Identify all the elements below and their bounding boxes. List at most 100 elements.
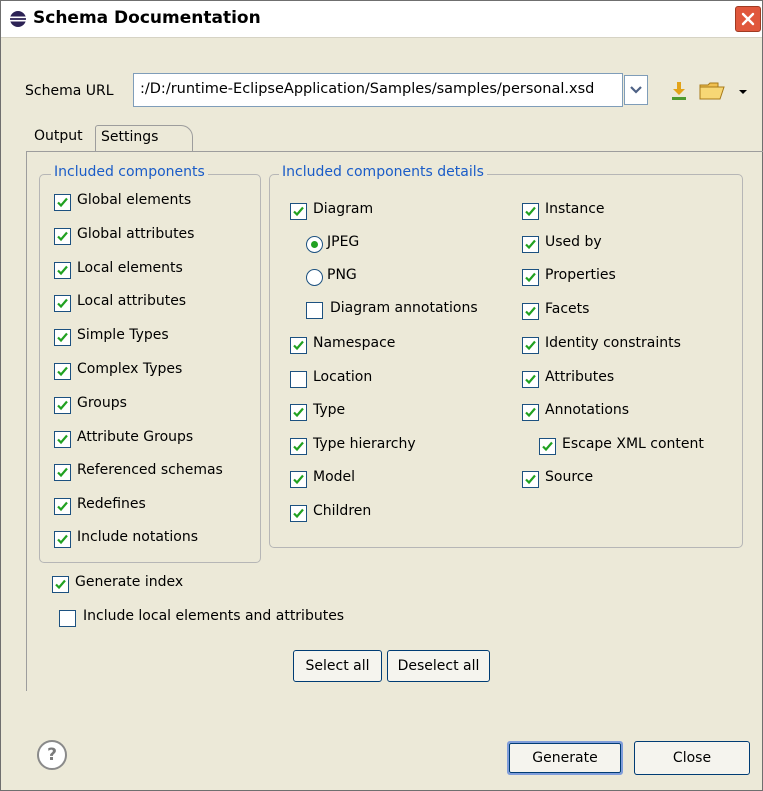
complex-types-checkbox[interactable] — [54, 363, 71, 380]
deselect-all-label: Deselect all — [397, 658, 480, 674]
check-icon — [57, 434, 68, 445]
groups-checkbox[interactable] — [54, 397, 71, 414]
close-window-button[interactable] — [735, 6, 761, 32]
check-icon — [57, 366, 68, 377]
referenced-schemas-checkbox[interactable] — [54, 464, 71, 481]
location-label: Location — [313, 369, 373, 385]
close-icon — [741, 12, 755, 26]
attributes-checkbox[interactable] — [522, 371, 539, 388]
png-label: PNG — [327, 267, 357, 283]
global-attributes-label: Global attributes — [77, 226, 195, 242]
attributes-label: Attributes — [545, 369, 615, 385]
local-attributes-label: Local attributes — [77, 293, 187, 309]
namespace-checkbox[interactable] — [290, 337, 307, 354]
used-by-label: Used by — [545, 234, 602, 250]
check-icon — [293, 407, 304, 418]
children-checkbox[interactable] — [290, 505, 307, 522]
simple-types-checkbox[interactable] — [54, 329, 71, 346]
include-notations-checkbox[interactable] — [54, 531, 71, 548]
title-bar: Schema Documentation — [1, 1, 762, 38]
global-elements-checkbox[interactable] — [54, 194, 71, 211]
properties-checkbox[interactable] — [522, 269, 539, 286]
radio-dot — [311, 241, 318, 248]
help-icon: ? — [47, 745, 57, 765]
check-icon — [293, 508, 304, 519]
close-button[interactable]: Close — [634, 741, 750, 775]
check-icon — [525, 306, 536, 317]
check-icon — [525, 272, 536, 283]
included-components-details-group — [269, 174, 743, 548]
annotations-label: Annotations — [545, 402, 630, 418]
generate-button[interactable]: Generate — [507, 741, 623, 775]
download-icon[interactable] — [669, 81, 689, 101]
type-label: Type — [313, 402, 346, 418]
instance-checkbox[interactable] — [522, 203, 539, 220]
model-checkbox[interactable] — [290, 471, 307, 488]
check-icon — [293, 441, 304, 452]
help-button[interactable]: ? — [37, 740, 67, 770]
source-checkbox[interactable] — [522, 471, 539, 488]
generate-index-label: Generate index — [75, 574, 184, 590]
generate-index-checkbox[interactable] — [52, 576, 69, 593]
deselect-all-button[interactable]: Deselect all — [387, 650, 490, 682]
included-components-title: Included components — [51, 164, 208, 180]
annotations-checkbox[interactable] — [522, 404, 539, 421]
facets-checkbox[interactable] — [522, 303, 539, 320]
source-label: Source — [545, 469, 594, 485]
check-icon — [525, 374, 536, 385]
diagram-annotations-checkbox[interactable] — [306, 302, 323, 319]
check-icon — [293, 474, 304, 485]
local-attributes-checkbox[interactable] — [54, 295, 71, 312]
check-icon — [57, 231, 68, 242]
diagram-checkbox[interactable] — [290, 203, 307, 220]
details-title: Included components details — [279, 164, 487, 180]
check-icon — [57, 534, 68, 545]
png-radio[interactable] — [306, 269, 323, 286]
jpeg-radio[interactable] — [306, 236, 323, 253]
tab-settings-label: Settings — [101, 129, 159, 145]
referenced-schemas-label: Referenced schemas — [77, 462, 223, 478]
diagram-annotations-label: Diagram annotations — [330, 300, 478, 316]
used-by-checkbox[interactable] — [522, 236, 539, 253]
select-all-label: Select all — [305, 658, 370, 674]
redefines-label: Redefines — [77, 496, 146, 512]
type-hierarchy-checkbox[interactable] — [290, 438, 307, 455]
identity-constraints-checkbox[interactable] — [522, 337, 539, 354]
folder-icon[interactable] — [699, 81, 729, 101]
redefines-checkbox[interactable] — [54, 498, 71, 515]
check-icon — [55, 579, 66, 590]
local-elements-checkbox[interactable] — [54, 262, 71, 279]
escape-xml-checkbox[interactable] — [539, 438, 556, 455]
include-local-label: Include local elements and attributes — [83, 608, 345, 624]
type-checkbox[interactable] — [290, 404, 307, 421]
check-icon — [525, 239, 536, 250]
instance-label: Instance — [545, 201, 605, 217]
dialog-window: Schema Documentation Schema URL :/D:/run… — [0, 0, 763, 791]
check-icon — [57, 197, 68, 208]
global-elements-label: Global elements — [77, 192, 192, 208]
schema-url-label: Schema URL — [25, 83, 114, 99]
check-icon — [57, 467, 68, 478]
select-all-button[interactable]: Select all — [293, 650, 382, 682]
location-checkbox[interactable] — [290, 371, 307, 388]
check-icon — [525, 340, 536, 351]
check-icon — [57, 332, 68, 343]
close-label: Close — [672, 750, 712, 766]
check-icon — [57, 501, 68, 512]
tab-settings[interactable]: Settings — [95, 125, 193, 151]
schema-url-dropdown-button[interactable] — [624, 75, 648, 105]
groups-label: Groups — [77, 395, 127, 411]
include-local-checkbox[interactable] — [59, 610, 76, 627]
tab-output[interactable]: Output — [28, 125, 94, 151]
eclipse-icon — [10, 11, 26, 27]
global-attributes-checkbox[interactable] — [54, 228, 71, 245]
attribute-groups-checkbox[interactable] — [54, 431, 71, 448]
schema-url-value: :/D:/runtime-EclipseApplication/Samples/… — [140, 81, 595, 97]
children-label: Children — [313, 503, 372, 519]
escape-xml-label: Escape XML content — [562, 436, 704, 452]
chevron-down-icon — [630, 86, 642, 94]
properties-label: Properties — [545, 267, 616, 283]
folder-dropdown-icon[interactable] — [738, 89, 748, 95]
schema-url-input[interactable]: :/D:/runtime-EclipseApplication/Samples/… — [133, 73, 623, 107]
check-icon — [293, 340, 304, 351]
